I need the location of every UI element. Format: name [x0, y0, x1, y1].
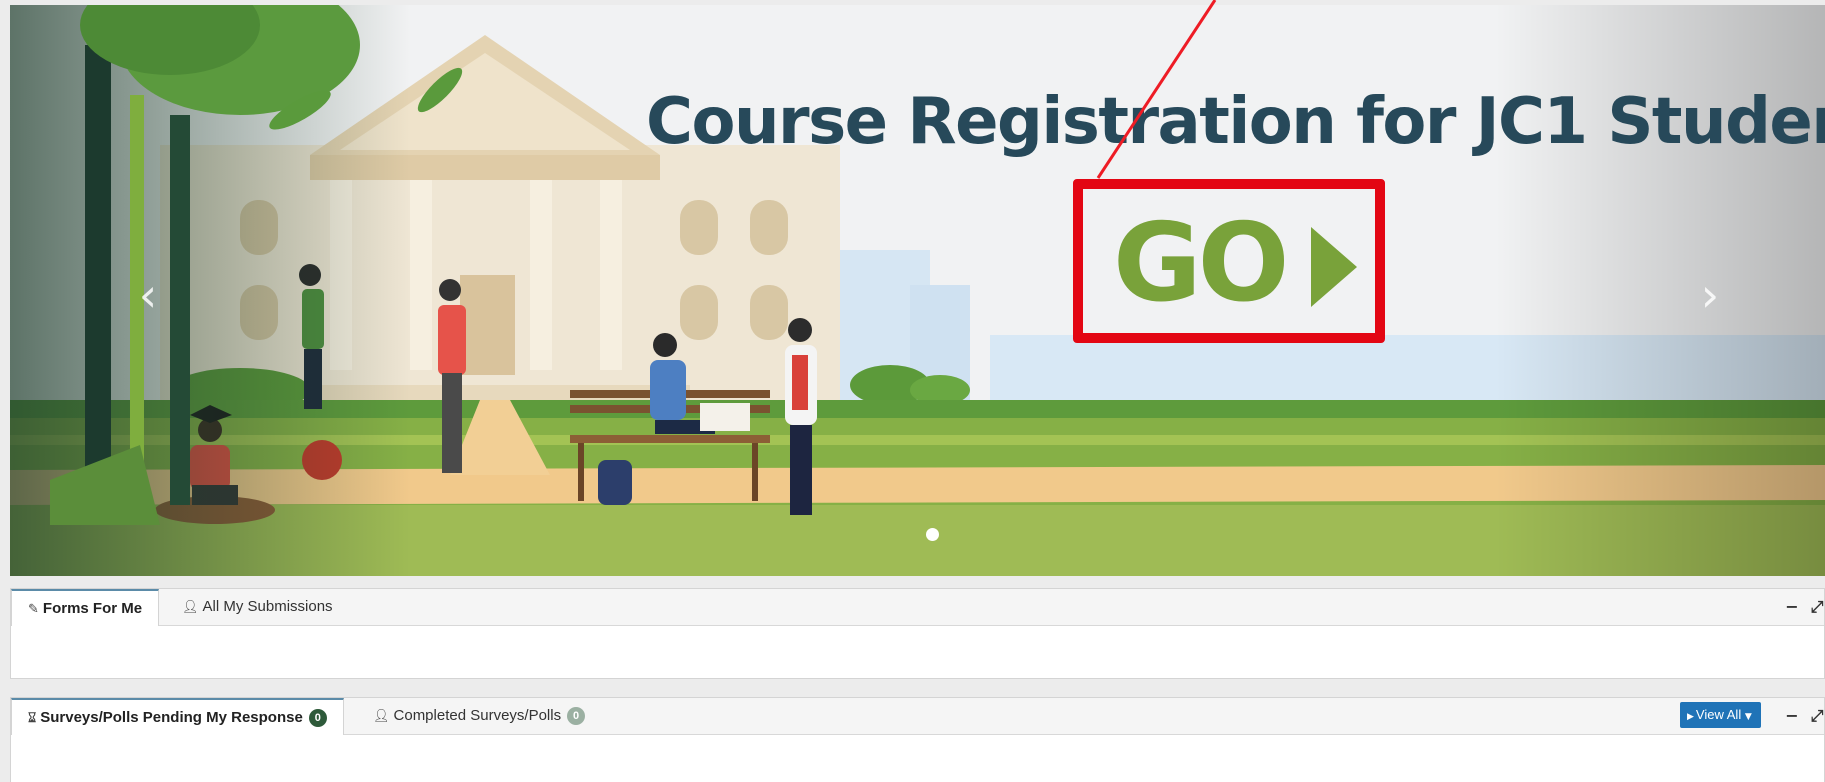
forms-panel: ✎ Forms For Me 👤︎ All My Submissions − ⤢: [10, 588, 1825, 679]
completed-count-badge: 0: [567, 707, 586, 725]
expand-icon[interactable]: ⤢: [1806, 595, 1825, 619]
tab-all-my-submissions[interactable]: 👤︎ All My Submissions: [166, 589, 349, 625]
tab-label: Surveys/Polls Pending My Response: [40, 709, 303, 726]
expand-icon[interactable]: ⤢: [1806, 704, 1825, 728]
carousel-prev-icon[interactable]: ‹: [128, 272, 168, 318]
play-arrow-icon: [1311, 227, 1357, 307]
user-icon: 👤︎: [373, 709, 390, 724]
go-label: GO: [1113, 201, 1289, 326]
caret-right-icon: ▶: [1687, 712, 1694, 722]
carousel-indicator-dot[interactable]: [926, 528, 939, 541]
edit-icon: ✎: [28, 602, 39, 617]
tab-forms-for-me[interactable]: ✎ Forms For Me: [11, 589, 160, 626]
tab-label: Forms For Me: [42, 600, 143, 617]
forms-panel-header: ✎ Forms For Me 👤︎ All My Submissions − ⤢: [11, 589, 1824, 626]
banner-title: Course Registration for JC1 Students: [646, 85, 1825, 159]
surveys-panel-header: ⌛︎ Surveys/Polls Pending My Response 0 👤︎ C…: [11, 698, 1824, 735]
go-button[interactable]: GO: [1073, 179, 1385, 343]
caret-down-icon: ▼: [1744, 712, 1752, 722]
view-all-label: View All: [1695, 707, 1742, 722]
tab-surveys-pending[interactable]: ⌛︎ Surveys/Polls Pending My Response 0: [11, 698, 344, 735]
pending-count-badge: 0: [308, 709, 327, 727]
view-all-button[interactable]: ▶ View All ▼: [1680, 702, 1761, 728]
tab-completed-surveys[interactable]: 👤︎ Completed Surveys/Polls 0: [357, 698, 601, 734]
minimize-button[interactable]: −: [1781, 704, 1803, 728]
carousel-next-icon[interactable]: ›: [1690, 272, 1730, 318]
tab-label: All My Submissions: [202, 598, 333, 615]
surveys-panel: ⌛︎ Surveys/Polls Pending My Response 0 👤︎ C…: [10, 697, 1825, 782]
user-icon: 👤︎: [182, 600, 199, 615]
hourglass-icon: ⌛︎: [28, 711, 37, 726]
course-registration-banner[interactable]: ‹ › Course Registration for JC1 Students…: [10, 5, 1825, 576]
tab-label: Completed Surveys/Polls: [393, 707, 562, 724]
minimize-button[interactable]: −: [1781, 595, 1803, 619]
